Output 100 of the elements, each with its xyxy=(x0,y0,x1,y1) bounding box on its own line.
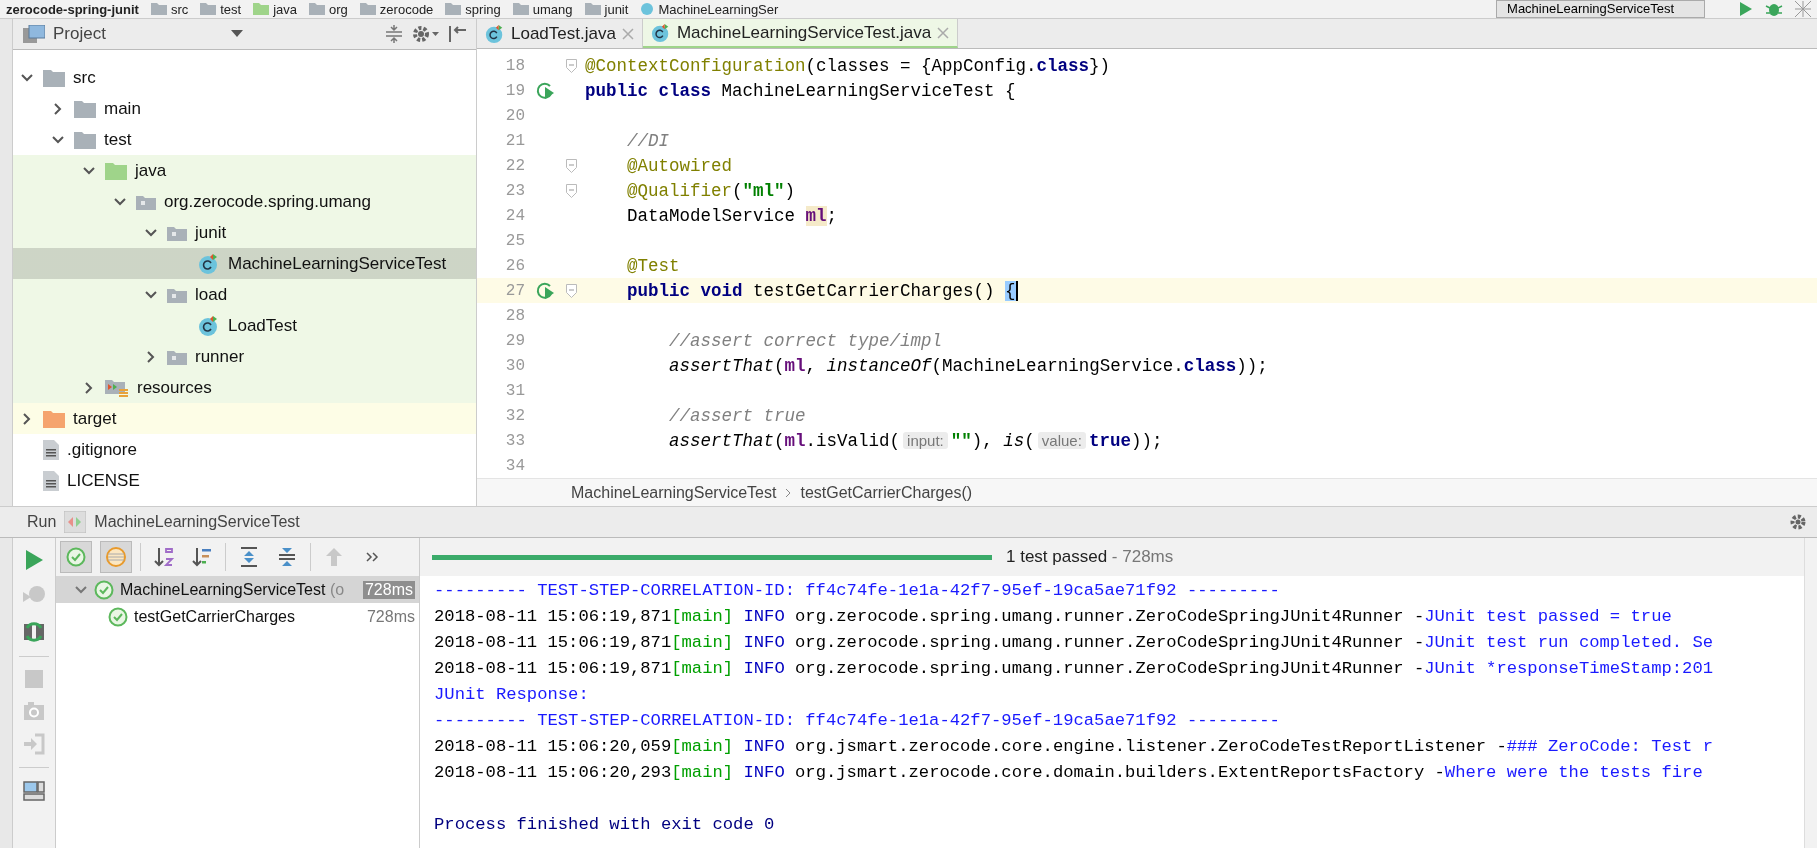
breadcrumb-item[interactable]: src xyxy=(150,1,189,17)
toggle-auto-test-icon xyxy=(22,620,46,644)
folder-icon xyxy=(253,3,270,15)
code-line: assertThat(ml.isValid( input: ""), is( value: true)); xyxy=(668,430,1163,451)
hide-panel-icon[interactable] xyxy=(448,24,468,44)
code-line: assertThat(ml, instanceOf(MachineLearningService.class)); xyxy=(668,355,1268,376)
line-number: 34 xyxy=(504,456,526,475)
code-line: @ContextConfiguration(classes = {AppConfig.class}) xyxy=(584,55,1111,76)
test-tree-item[interactable]: testGetCarrierCharges 728ms xyxy=(56,603,419,630)
code-line: @Qualifier("ml") xyxy=(626,180,796,201)
console-line: 2018-08-11 15:06:20,059[main] INFO org.jsmart.zerocode.core.engine.listener.ZeroCodeTestReportListener -### ZeroCode: Test r xyxy=(434,736,1715,758)
line-number: 27 xyxy=(504,281,526,300)
breadcrumb-item[interactable]: junit xyxy=(584,1,629,17)
stop-icon xyxy=(24,669,44,689)
console-line: --------- TEST-STEP-CORRELATION-ID: ff4c74fe-1e1a-42f7-95ef-19ca5ae71f92 --------- xyxy=(434,710,1281,732)
console-line: Process finished with exit code 0 xyxy=(434,814,776,836)
tree-item[interactable]: java xyxy=(13,155,476,186)
editor-tab[interactable]: MachineLearningServiceTest.java xyxy=(642,19,959,49)
tree-item[interactable]: target xyxy=(13,403,476,434)
console-line: JUnit Response: xyxy=(434,684,590,706)
run-test-icon[interactable] xyxy=(535,80,555,101)
breadcrumb-item[interactable]: zerocode xyxy=(359,1,434,17)
breadcrumb-item[interactable]: org xyxy=(309,1,348,17)
passed-icon xyxy=(66,547,86,567)
run-panel-label: Run xyxy=(27,513,57,531)
folder-icon xyxy=(584,3,601,15)
run-test-icon[interactable] xyxy=(535,280,555,301)
breadcrumb-item[interactable]: spring xyxy=(445,1,501,17)
package-icon xyxy=(167,286,187,303)
line-number: 23 xyxy=(504,181,526,200)
breadcrumb-item[interactable]: MachineLearningServiceTest xyxy=(571,483,777,502)
file-icon xyxy=(43,439,59,460)
breadcrumb-item[interactable]: umang xyxy=(512,1,573,17)
fold-marker-icon[interactable] xyxy=(565,183,577,198)
tree-item[interactable]: org.zerocode.spring.umang xyxy=(13,186,476,217)
test-tab-icon xyxy=(64,511,87,533)
test-status: 1 test passed - 728ms xyxy=(1006,547,1174,567)
line-number: 24 xyxy=(504,206,526,225)
tree-item[interactable]: MachineLearningServiceTest xyxy=(13,248,476,279)
fold-marker-icon[interactable] xyxy=(565,158,577,173)
bug-icon[interactable] xyxy=(1765,1,1783,17)
fold-marker-icon[interactable] xyxy=(565,283,577,298)
folder-icon xyxy=(150,3,167,15)
dropdown-arrow-icon[interactable] xyxy=(231,30,243,38)
chevron-right-icon xyxy=(784,487,793,498)
resources-folder-icon xyxy=(105,377,129,398)
tree-item[interactable]: resources xyxy=(13,372,476,403)
folder-icon xyxy=(43,68,65,87)
run-icon[interactable] xyxy=(1737,1,1753,17)
line-number: 30 xyxy=(504,356,526,375)
code-line: //DI xyxy=(626,130,669,151)
tree-item[interactable]: LoadTest xyxy=(13,310,476,341)
line-number: 29 xyxy=(504,331,526,350)
folder-icon xyxy=(43,409,65,428)
settings-icon[interactable] xyxy=(1789,513,1807,531)
class-icon xyxy=(640,2,655,16)
console-line: 2018-08-11 15:06:20,293[main] INFO org.jsmart.zerocode.core.domain.builders.ExtentReportsFactory -Where were the tests fire xyxy=(434,762,1704,784)
editor-tab[interactable]: LoadTest.java xyxy=(477,19,643,49)
fold-marker-icon[interactable] xyxy=(565,58,577,73)
breadcrumb-item[interactable]: testGetCarrierCharges() xyxy=(800,483,973,502)
test-tree-item[interactable]: MachineLearningServiceTest (o 728ms xyxy=(56,576,419,603)
console-line: 2018-08-11 15:06:19,871[main] INFO org.zerocode.spring.umang.runner.ZeroCodeSpringJUnit4Runner -JUnit test passed = true xyxy=(434,606,1673,628)
line-number: 21 xyxy=(504,131,526,150)
package-icon xyxy=(167,224,187,241)
scrollbar[interactable] xyxy=(1804,538,1817,848)
code-line: public class MachineLearningServiceTest { xyxy=(584,80,1016,101)
code-line: @Autowired xyxy=(626,155,733,176)
collapse-all-icon[interactable] xyxy=(384,24,404,44)
more-icon xyxy=(365,550,379,564)
settings-icon[interactable] xyxy=(412,24,440,44)
class-icon xyxy=(650,22,671,43)
breadcrumb-item[interactable]: zerocode-spring-junit xyxy=(6,1,139,17)
run-tab[interactable]: MachineLearningServiceTest xyxy=(94,513,300,531)
line-number: 18 xyxy=(504,56,526,75)
file-icon xyxy=(43,470,59,491)
line-number: 32 xyxy=(504,406,526,425)
folder-icon xyxy=(74,130,96,149)
tree-item[interactable]: junit xyxy=(13,217,476,248)
breadcrumb-item[interactable]: MachineLearningSer xyxy=(640,1,779,17)
run-configuration-dropdown[interactable]: MachineLearningServiceTest xyxy=(1496,0,1705,18)
sort-alphabetically-icon xyxy=(153,546,175,568)
class-icon xyxy=(198,252,220,275)
breadcrumb-item[interactable]: java xyxy=(253,1,298,17)
line-number: 19 xyxy=(504,81,526,100)
folder-icon xyxy=(200,3,217,15)
expand-all-icon xyxy=(238,546,260,568)
line-number: 25 xyxy=(504,231,526,250)
run-icon xyxy=(23,548,45,572)
tree-item[interactable]: load xyxy=(13,279,476,310)
breadcrumb-item[interactable]: test xyxy=(200,1,242,17)
code-line: //assert correct type/impl xyxy=(668,330,943,351)
tree-item[interactable]: runner xyxy=(13,341,476,372)
class-icon xyxy=(485,23,505,44)
camera-icon xyxy=(23,701,45,721)
duration: 728ms xyxy=(362,580,415,599)
console-line: --------- TEST-STEP-CORRELATION-ID: ff4c74fe-1e1a-42f7-95ef-19ca5ae71f92 --------- xyxy=(434,580,1281,602)
collapse-all-icon xyxy=(276,546,298,568)
line-number: 20 xyxy=(504,106,526,125)
console-line: 2018-08-11 15:06:19,871[main] INFO org.zerocode.spring.umang.runner.ZeroCodeSpringJUnit4Runner -JUnit test run completed. Se xyxy=(434,632,1715,654)
code-line: DataModelService ml; xyxy=(626,205,838,226)
